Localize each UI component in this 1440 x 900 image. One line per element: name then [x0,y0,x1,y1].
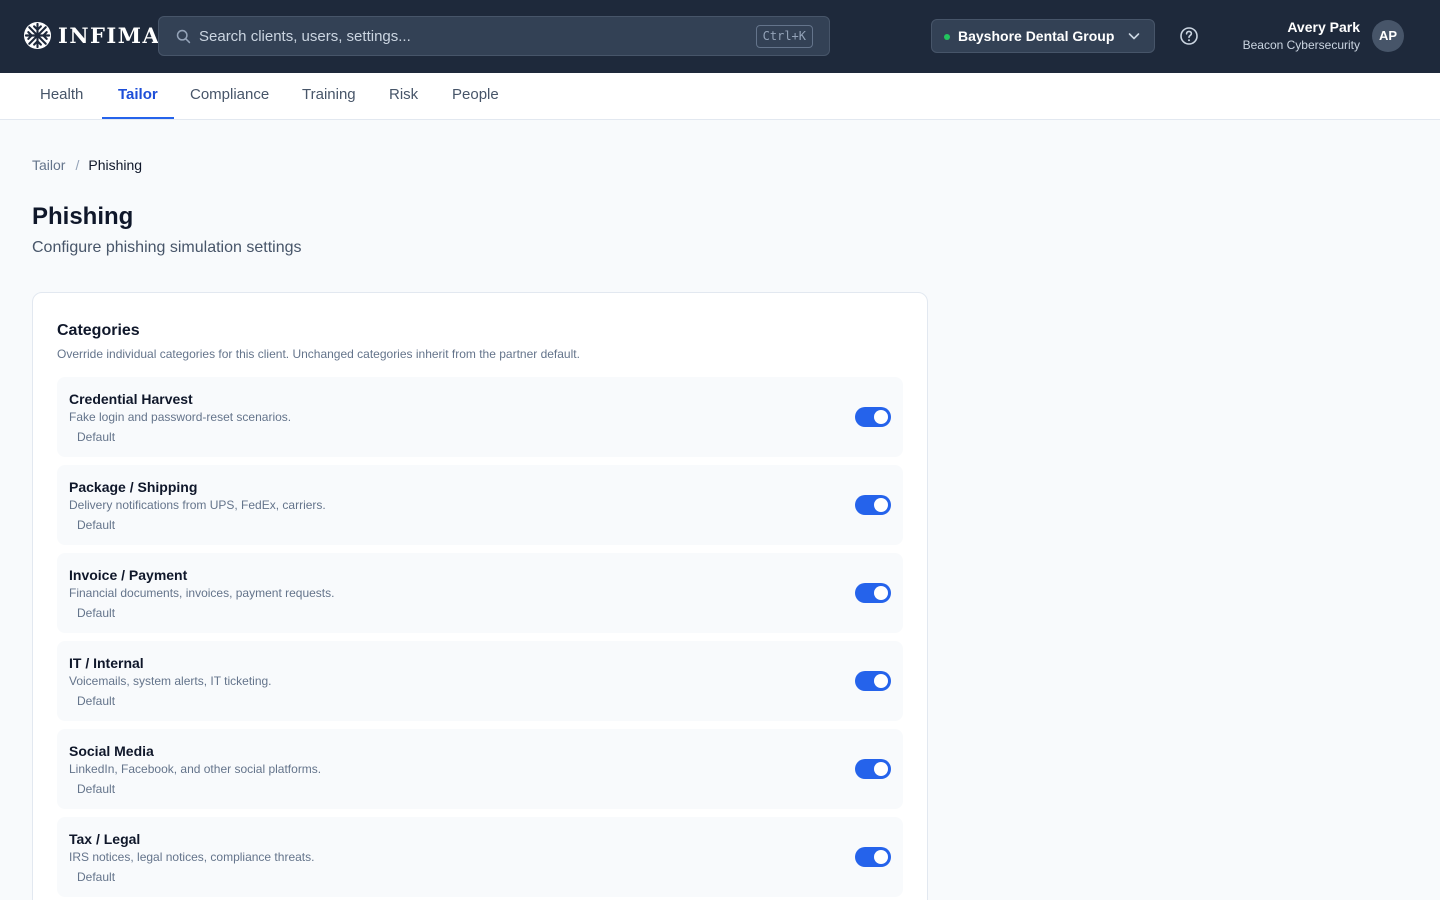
avatar[interactable]: AP [1372,20,1404,52]
chevron-down-icon [1128,33,1140,40]
category-row-it-internal: IT / Internal Voicemails, system alerts,… [57,641,903,721]
breadcrumb-separator: / [75,157,80,173]
main-tabs: Health Tailor Compliance Training Risk P… [0,73,1440,120]
search-input[interactable] [199,17,749,55]
brand-logo[interactable]: INFIMA [23,21,160,50]
client-selector-value: Bayshore Dental Group [958,28,1115,44]
user-menu[interactable]: Avery Park Beacon Cybersecurity [1243,19,1360,54]
category-description: Fake login and password-reset scenarios. [69,410,292,424]
toggle-knob [874,498,888,512]
category-toggle-it-internal[interactable] [855,671,891,691]
category-description: LinkedIn, Facebook, and other social pla… [69,762,322,776]
tab-tailor[interactable]: Tailor [102,73,174,119]
client-selector[interactable]: Bayshore Dental Group [931,19,1155,53]
user-name: Avery Park [1287,19,1360,35]
search-icon [176,29,191,44]
category-row-package-shipping: Package / Shipping Delivery notification… [57,465,903,545]
category-row-invoice-payment: Invoice / Payment Financial documents, i… [57,553,903,633]
page-subtitle: Configure phishing simulation settings [32,239,302,256]
page-title: Phishing [32,203,134,230]
categories-card: Categories Override individual categorie… [32,292,928,900]
category-default-badge: Default [77,694,116,708]
category-toggle-package-shipping[interactable] [855,495,891,515]
help-icon[interactable] [1179,26,1199,46]
toggle-knob [874,410,888,424]
category-description: Delivery notifications from UPS, FedEx, … [69,498,326,512]
toggle-knob [874,586,888,600]
category-name: IT / Internal [69,655,144,671]
category-default-badge: Default [77,782,116,796]
search-shortcut-hint: Ctrl+K [755,25,813,48]
category-default-badge: Default [77,430,116,444]
category-toggle-credential-harvest[interactable] [855,407,891,427]
category-name: Invoice / Payment [69,567,188,583]
categories-description: Override individual categories for this … [57,347,580,361]
brand-name: INFIMA [58,23,161,48]
breadcrumb-current: Phishing [88,157,143,173]
tab-people[interactable]: People [452,73,499,119]
categories-title: Categories [57,322,140,339]
category-toggle-tax-legal[interactable] [855,847,891,867]
category-row-tax-legal: Tax / Legal IRS notices, legal notices, … [57,817,903,897]
category-default-badge: Default [77,518,116,532]
category-default-badge: Default [77,870,116,884]
category-name: Social Media [69,743,154,759]
category-description: Financial documents, invoices, payment r… [69,586,335,600]
category-toggle-social-media[interactable] [855,759,891,779]
client-status-dot [944,34,950,40]
top-bar: INFIMA Ctrl+K Bayshore Dental Group Aver… [0,0,1440,73]
category-toggle-invoice-payment[interactable] [855,583,891,603]
category-row-social-media: Social Media LinkedIn, Facebook, and oth… [57,729,903,809]
toggle-knob [874,674,888,688]
breadcrumb: Tailor / Phishing [32,156,142,174]
global-search[interactable]: Ctrl+K [158,16,830,56]
tab-risk[interactable]: Risk [389,73,418,119]
user-organization: Beacon Cybersecurity [1242,38,1360,52]
breadcrumb-parent-link[interactable]: Tailor [32,157,65,173]
category-description: IRS notices, legal notices, compliance t… [69,850,315,864]
category-name: Package / Shipping [69,479,198,495]
tab-compliance[interactable]: Compliance [190,73,269,119]
snowflake-logo-icon [23,21,52,50]
tab-training[interactable]: Training [302,73,356,119]
toggle-knob [874,762,888,776]
category-name: Tax / Legal [69,831,141,847]
tab-health[interactable]: Health [40,73,83,119]
category-name: Credential Harvest [69,391,193,407]
category-default-badge: Default [77,606,116,620]
toggle-knob [874,850,888,864]
category-row-credential-harvest: Credential Harvest Fake login and passwo… [57,377,903,457]
category-description: Voicemails, system alerts, IT ticketing. [69,674,272,688]
